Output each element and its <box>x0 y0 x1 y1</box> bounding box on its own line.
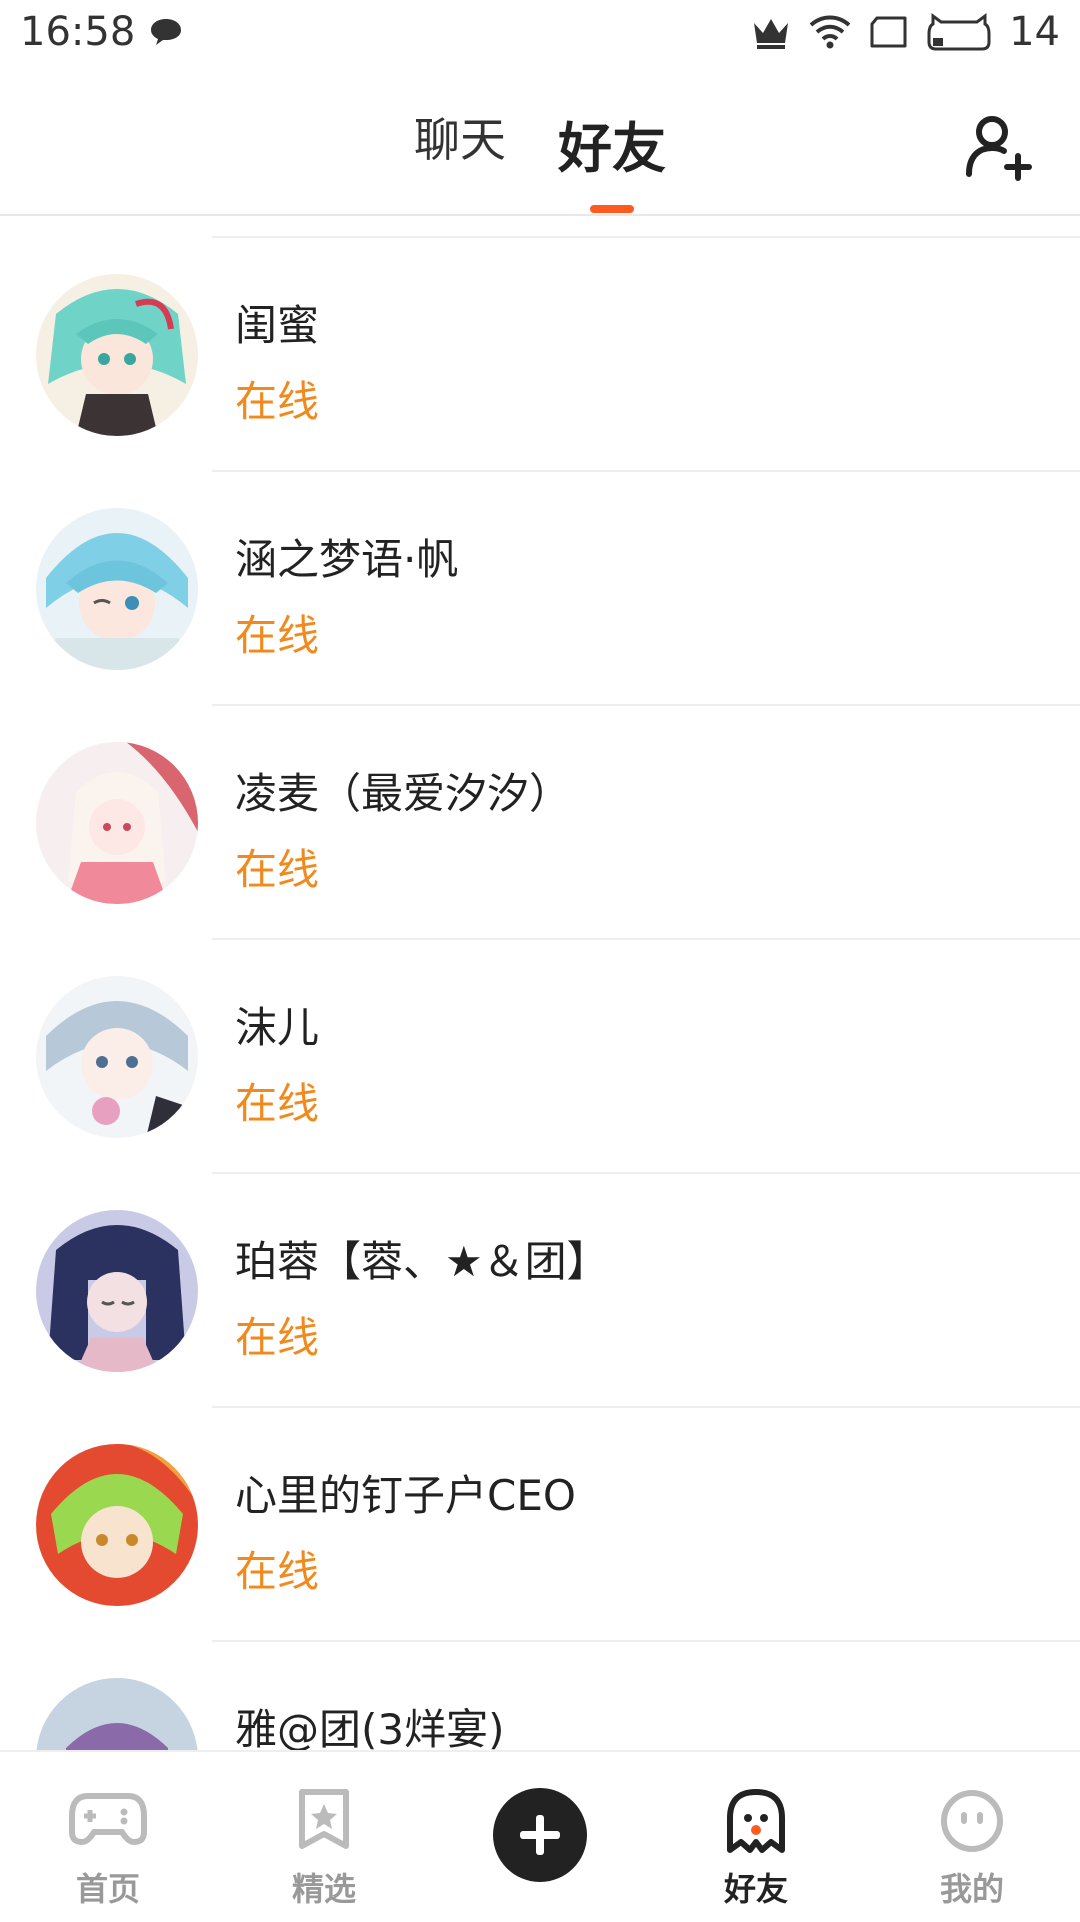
status-bar: 16:58 14 <box>0 0 1080 64</box>
avatar[interactable] <box>36 1444 198 1606</box>
bottom-nav: 首页 精选 好友 我的 <box>0 1750 1080 1920</box>
top-bar: 聊天 好友 <box>0 64 1080 216</box>
friend-row[interactable]: 珀蓉【蓉、★＆团】 在线 <box>0 1172 1080 1406</box>
friend-name: 雅@团(3烊宴) <box>235 1705 505 1750</box>
online-status: 在线 <box>235 1079 320 1128</box>
nav-home[interactable]: 首页 <box>28 1752 188 1922</box>
friend-row[interactable]: 心里的钉子户CEO 在线 <box>0 1406 1080 1640</box>
wifi-icon <box>809 15 851 49</box>
avatar[interactable] <box>36 1678 198 1750</box>
online-status: 在线 <box>235 845 320 894</box>
online-status: 在线 <box>235 377 320 426</box>
nav-label: 首页 <box>75 1870 140 1908</box>
row-divider <box>212 704 1080 706</box>
tab-bar: 聊天 好友 <box>0 104 1080 213</box>
online-status: 在线 <box>235 611 320 660</box>
tab-friends[interactable]: 好友 <box>558 104 666 213</box>
friend-row[interactable]: 涵之梦语·帆 在线 <box>0 470 1080 704</box>
nav-mine[interactable]: 我的 <box>892 1752 1052 1922</box>
crown-icon <box>754 19 789 49</box>
sim-card-icon <box>870 16 907 48</box>
avatar[interactable] <box>36 508 198 670</box>
avatar[interactable] <box>36 1210 198 1372</box>
online-status: 在线 <box>235 1313 320 1362</box>
avatar[interactable] <box>36 742 198 904</box>
nav-friends[interactable]: 好友 <box>676 1752 836 1922</box>
friend-name: 沫儿 <box>235 1003 320 1052</box>
battery-cat-icon <box>927 13 991 51</box>
chat-bubble-icon <box>151 19 182 45</box>
ghost-icon <box>727 1789 785 1853</box>
row-divider <box>212 938 1080 940</box>
row-divider <box>212 236 1080 238</box>
row-divider <box>212 1640 1080 1642</box>
friend-list: 闺蜜 在线 涵之梦语·帆 在线 凌麦（最爱汐汐） 在线 沫儿 在线 珀蓉【蓉、★… <box>0 236 1080 1750</box>
friend-row[interactable]: 闺蜜 在线 <box>0 236 1080 470</box>
friend-name: 闺蜜 <box>235 301 320 350</box>
plus-button[interactable] <box>493 1788 587 1882</box>
friend-name: 涵之梦语·帆 <box>235 535 459 584</box>
avatar[interactable] <box>36 274 198 436</box>
status-time: 16:58 <box>20 9 136 55</box>
nav-label: 精选 <box>291 1870 356 1908</box>
row-divider <box>212 1406 1080 1408</box>
online-status: 在线 <box>235 1547 320 1596</box>
friend-row[interactable]: 雅@团(3烊宴) <box>0 1640 1080 1750</box>
row-divider <box>212 470 1080 472</box>
add-user-icon[interactable] <box>964 112 1034 182</box>
friend-name: 凌麦（最爱汐汐） <box>235 769 572 818</box>
status-left: 16:58 <box>20 9 183 55</box>
face-icon <box>941 1790 1003 1852</box>
battery-level: 14 <box>1009 9 1060 55</box>
nav-featured[interactable]: 精选 <box>244 1752 404 1922</box>
friend-row[interactable]: 凌麦（最爱汐汐） 在线 <box>0 704 1080 938</box>
gamepad-icon <box>69 1793 147 1845</box>
avatar[interactable] <box>36 976 198 1138</box>
nav-label: 我的 <box>939 1870 1004 1908</box>
friend-name: 珀蓉【蓉、★＆团】 <box>235 1237 609 1286</box>
nav-label: 好友 <box>723 1870 788 1908</box>
friend-name: 心里的钉子户CEO <box>235 1471 576 1520</box>
row-divider <box>212 1172 1080 1174</box>
star-bookmark-icon <box>299 1789 349 1849</box>
friend-row[interactable]: 沫儿 在线 <box>0 938 1080 1172</box>
tab-chat[interactable]: 聊天 <box>414 104 506 213</box>
status-right: 14 <box>751 9 1060 55</box>
